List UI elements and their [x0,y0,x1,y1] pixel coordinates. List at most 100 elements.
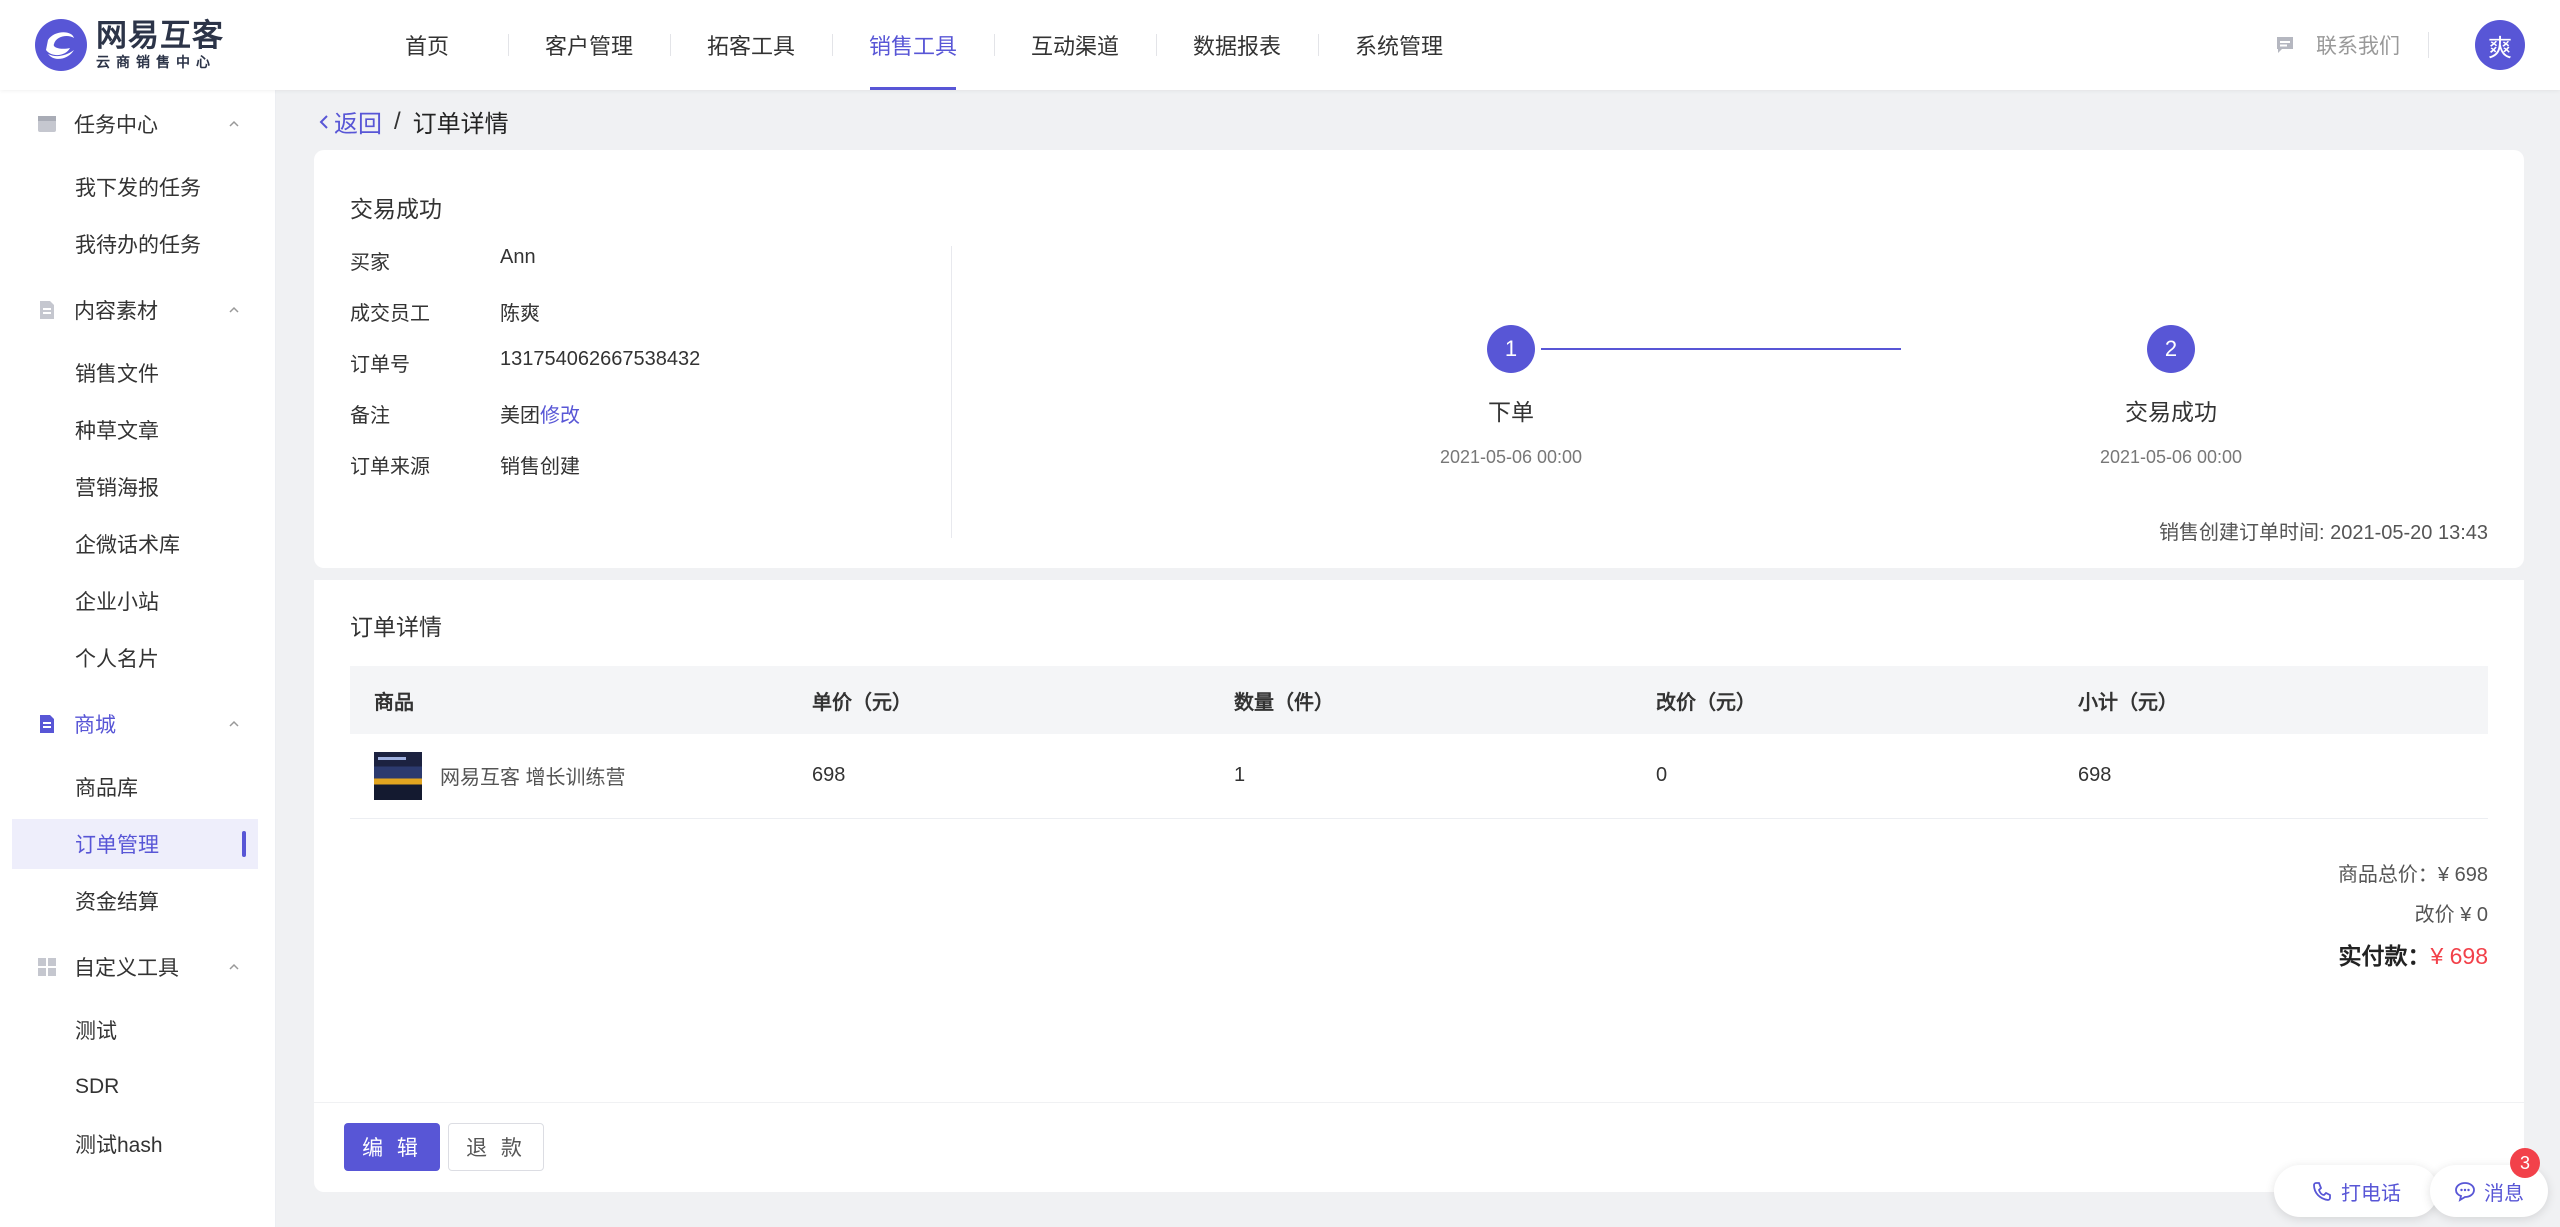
step-label: 下单 [1488,399,1534,425]
sidebar-item-order-management[interactable]: 订单管理 [12,819,258,869]
page-title: 订单详情 [412,111,509,138]
sidebar-item-articles[interactable]: 种草文章 [12,405,258,455]
sidebar-item-fund-settlement[interactable]: 资金结算 [12,876,258,926]
product-name: 网易互客 增长训练营 [440,767,626,790]
call-button[interactable]: 打电话 [2274,1165,2438,1217]
order-created-time: 销售创建订单时间: 2021-05-20 13:43 [2158,522,2488,544]
message-icon [2455,1182,2475,1202]
sidebar-group-mall[interactable]: 商城 [0,696,276,752]
sidebar-item-test[interactable]: 测试 [12,1005,258,1055]
step-time: 2021-05-06 00:00 [2099,447,2243,467]
goods-total: 商品总价：¥ 698 [2337,864,2488,886]
order-source-value: 销售创建 [500,456,580,478]
nav-system-management[interactable]: 系统管理 [1318,0,1480,90]
edit-button[interactable]: 编 辑 [344,1123,440,1171]
refund-button[interactable]: 退 款 [448,1123,544,1171]
col-product: 商品 [374,691,414,714]
step-label: 交易成功 [2125,399,2217,425]
sidebar-group-content-materials[interactable]: 内容素材 [0,282,276,338]
chevron-up-icon [229,120,239,127]
message-label: 消息 [2484,1182,2524,1205]
sidebar-item-my-pending-tasks[interactable]: 我待办的任务 [12,219,258,269]
sidebar-group-label: 自定义工具 [74,957,179,980]
order-status-panel: 交易成功 买家 Ann 成交员工 陈爽 订单号 1317540626675384… [314,150,2524,568]
sidebar-group-task-center[interactable]: 任务中心 [0,96,276,152]
order-number-value: 131754062667538432 [500,348,701,370]
sidebar-group-label: 任务中心 [74,114,158,137]
sidebar-item-marketing-posters[interactable]: 营销海报 [12,462,258,512]
order-detail-panel: 订单详情 商品 单价（元） 数量（件） 改价（元） 小计（元） 网易互客 增长训… [314,580,2524,1102]
step-place-order: 1 下单 2021-05-06 00:00 [1391,325,1631,468]
logo-name: 网易互客 [96,18,224,53]
back-label: 返回 [334,111,382,138]
info-row-order-source: 订单来源 销售创建 [350,450,700,501]
info-key: 成交员工 [350,303,430,325]
breadcrumb: 返回 / 订单详情 [318,104,509,139]
sidebar-item-product-library[interactable]: 商品库 [12,762,258,812]
order-status-title: 交易成功 [350,196,442,222]
sidebar-item-my-issued-tasks[interactable]: 我下发的任务 [12,162,258,212]
cell-subtotal: 698 [2054,734,2488,819]
paid-amount-row: 实付款：¥ 698 [2338,937,2488,971]
nav-customer-management[interactable]: 客户管理 [508,0,670,90]
cell-unit-price: 698 [788,734,1210,819]
grid-icon [38,958,56,976]
netease-huke-logo-icon [35,19,87,71]
order-items-table: 商品 单价（元） 数量（件） 改价（元） 小计（元） 网易互客 增长训练营 69… [350,666,2488,819]
nav-home[interactable]: 首页 [346,0,508,90]
logo-subtitle: 云商销售中心 [96,54,216,70]
mall-icon [40,715,54,733]
task-icon [38,116,56,132]
contact-us-link[interactable]: 联系我们 [2274,30,2400,60]
info-key: 订单号 [350,354,410,376]
sidebar-item-business-card[interactable]: 个人名片 [12,633,258,683]
sidebar-item-wecom-scripts[interactable]: 企微话术库 [12,519,258,569]
step-trade-success: 2 交易成功 2021-05-06 00:00 [2051,325,2291,468]
top-header: 网易互客 云商销售中心 首页 客户管理 拓客工具 销售工具 互动渠道 数据报表 … [0,0,2560,90]
sidebar-group-label: 内容素材 [74,300,158,323]
main-nav: 首页 客户管理 拓客工具 销售工具 互动渠道 数据报表 系统管理 [346,0,1480,90]
info-row-employee: 成交员工 陈爽 [350,297,700,348]
edit-remark-link[interactable]: 修改 [540,405,580,427]
info-key: 订单来源 [350,456,430,478]
nav-data-reports[interactable]: 数据报表 [1156,0,1318,90]
table-header-row: 商品 单价（元） 数量（件） 改价（元） 小计（元） [350,666,2488,734]
contact-us-label: 联系我们 [2316,35,2400,58]
nav-interaction-channels[interactable]: 互动渠道 [994,0,1156,90]
cell-quantity: 1 [1210,734,1632,819]
employee-value: 陈爽 [500,303,540,325]
product-thumbnail [374,751,422,800]
user-avatar[interactable]: 爽 [2475,20,2525,70]
sidebar-item-company-site[interactable]: 企业小站 [12,576,258,626]
nav-sales-tools[interactable]: 销售工具 [832,0,994,90]
breadcrumb-separator: / [394,107,401,135]
remark-text: 美团 [500,405,540,427]
phone-icon [2313,1182,2331,1201]
sidebar-item-sdr[interactable]: SDR [12,1062,258,1112]
buyer-link[interactable]: Ann [500,246,536,269]
info-row-buyer: 买家 Ann [350,246,700,297]
sidebar-item-test-hash[interactable]: 测试hash [12,1119,258,1169]
col-quantity: 数量（件） [1234,691,1334,714]
message-count-badge: 3 [2510,1148,2540,1178]
order-detail-title: 订单详情 [350,614,442,640]
info-key: 买家 [350,252,390,274]
back-link[interactable]: 返回 [318,104,382,139]
step-number: 1 [1487,325,1535,373]
order-info-list: 买家 Ann 成交员工 陈爽 订单号 131754062667538432 备注… [350,246,700,501]
cell-price-adjust: 0 [1632,734,2054,819]
call-label: 打电话 [2341,1182,2401,1205]
info-row-remark: 备注 美团修改 [350,399,700,450]
sidebar-group-custom-tools[interactable]: 自定义工具 [0,939,276,995]
action-bar: 编 辑 退 款 [314,1102,2524,1192]
nav-prospecting-tools[interactable]: 拓客工具 [670,0,832,90]
price-adjust-total: 改价 ¥ 0 [2414,904,2488,926]
step-number: 2 [2147,325,2195,373]
app-logo[interactable]: 网易互客 云商销售中心 [34,18,224,72]
header-divider [2428,32,2429,58]
chat-bubble-icon [2277,37,2293,53]
info-row-order-number: 订单号 131754062667538432 [350,348,700,399]
col-subtotal: 小计（元） [2078,691,2178,714]
remark-value: 美团修改 [500,399,580,428]
sidebar-item-sales-files[interactable]: 销售文件 [12,348,258,398]
